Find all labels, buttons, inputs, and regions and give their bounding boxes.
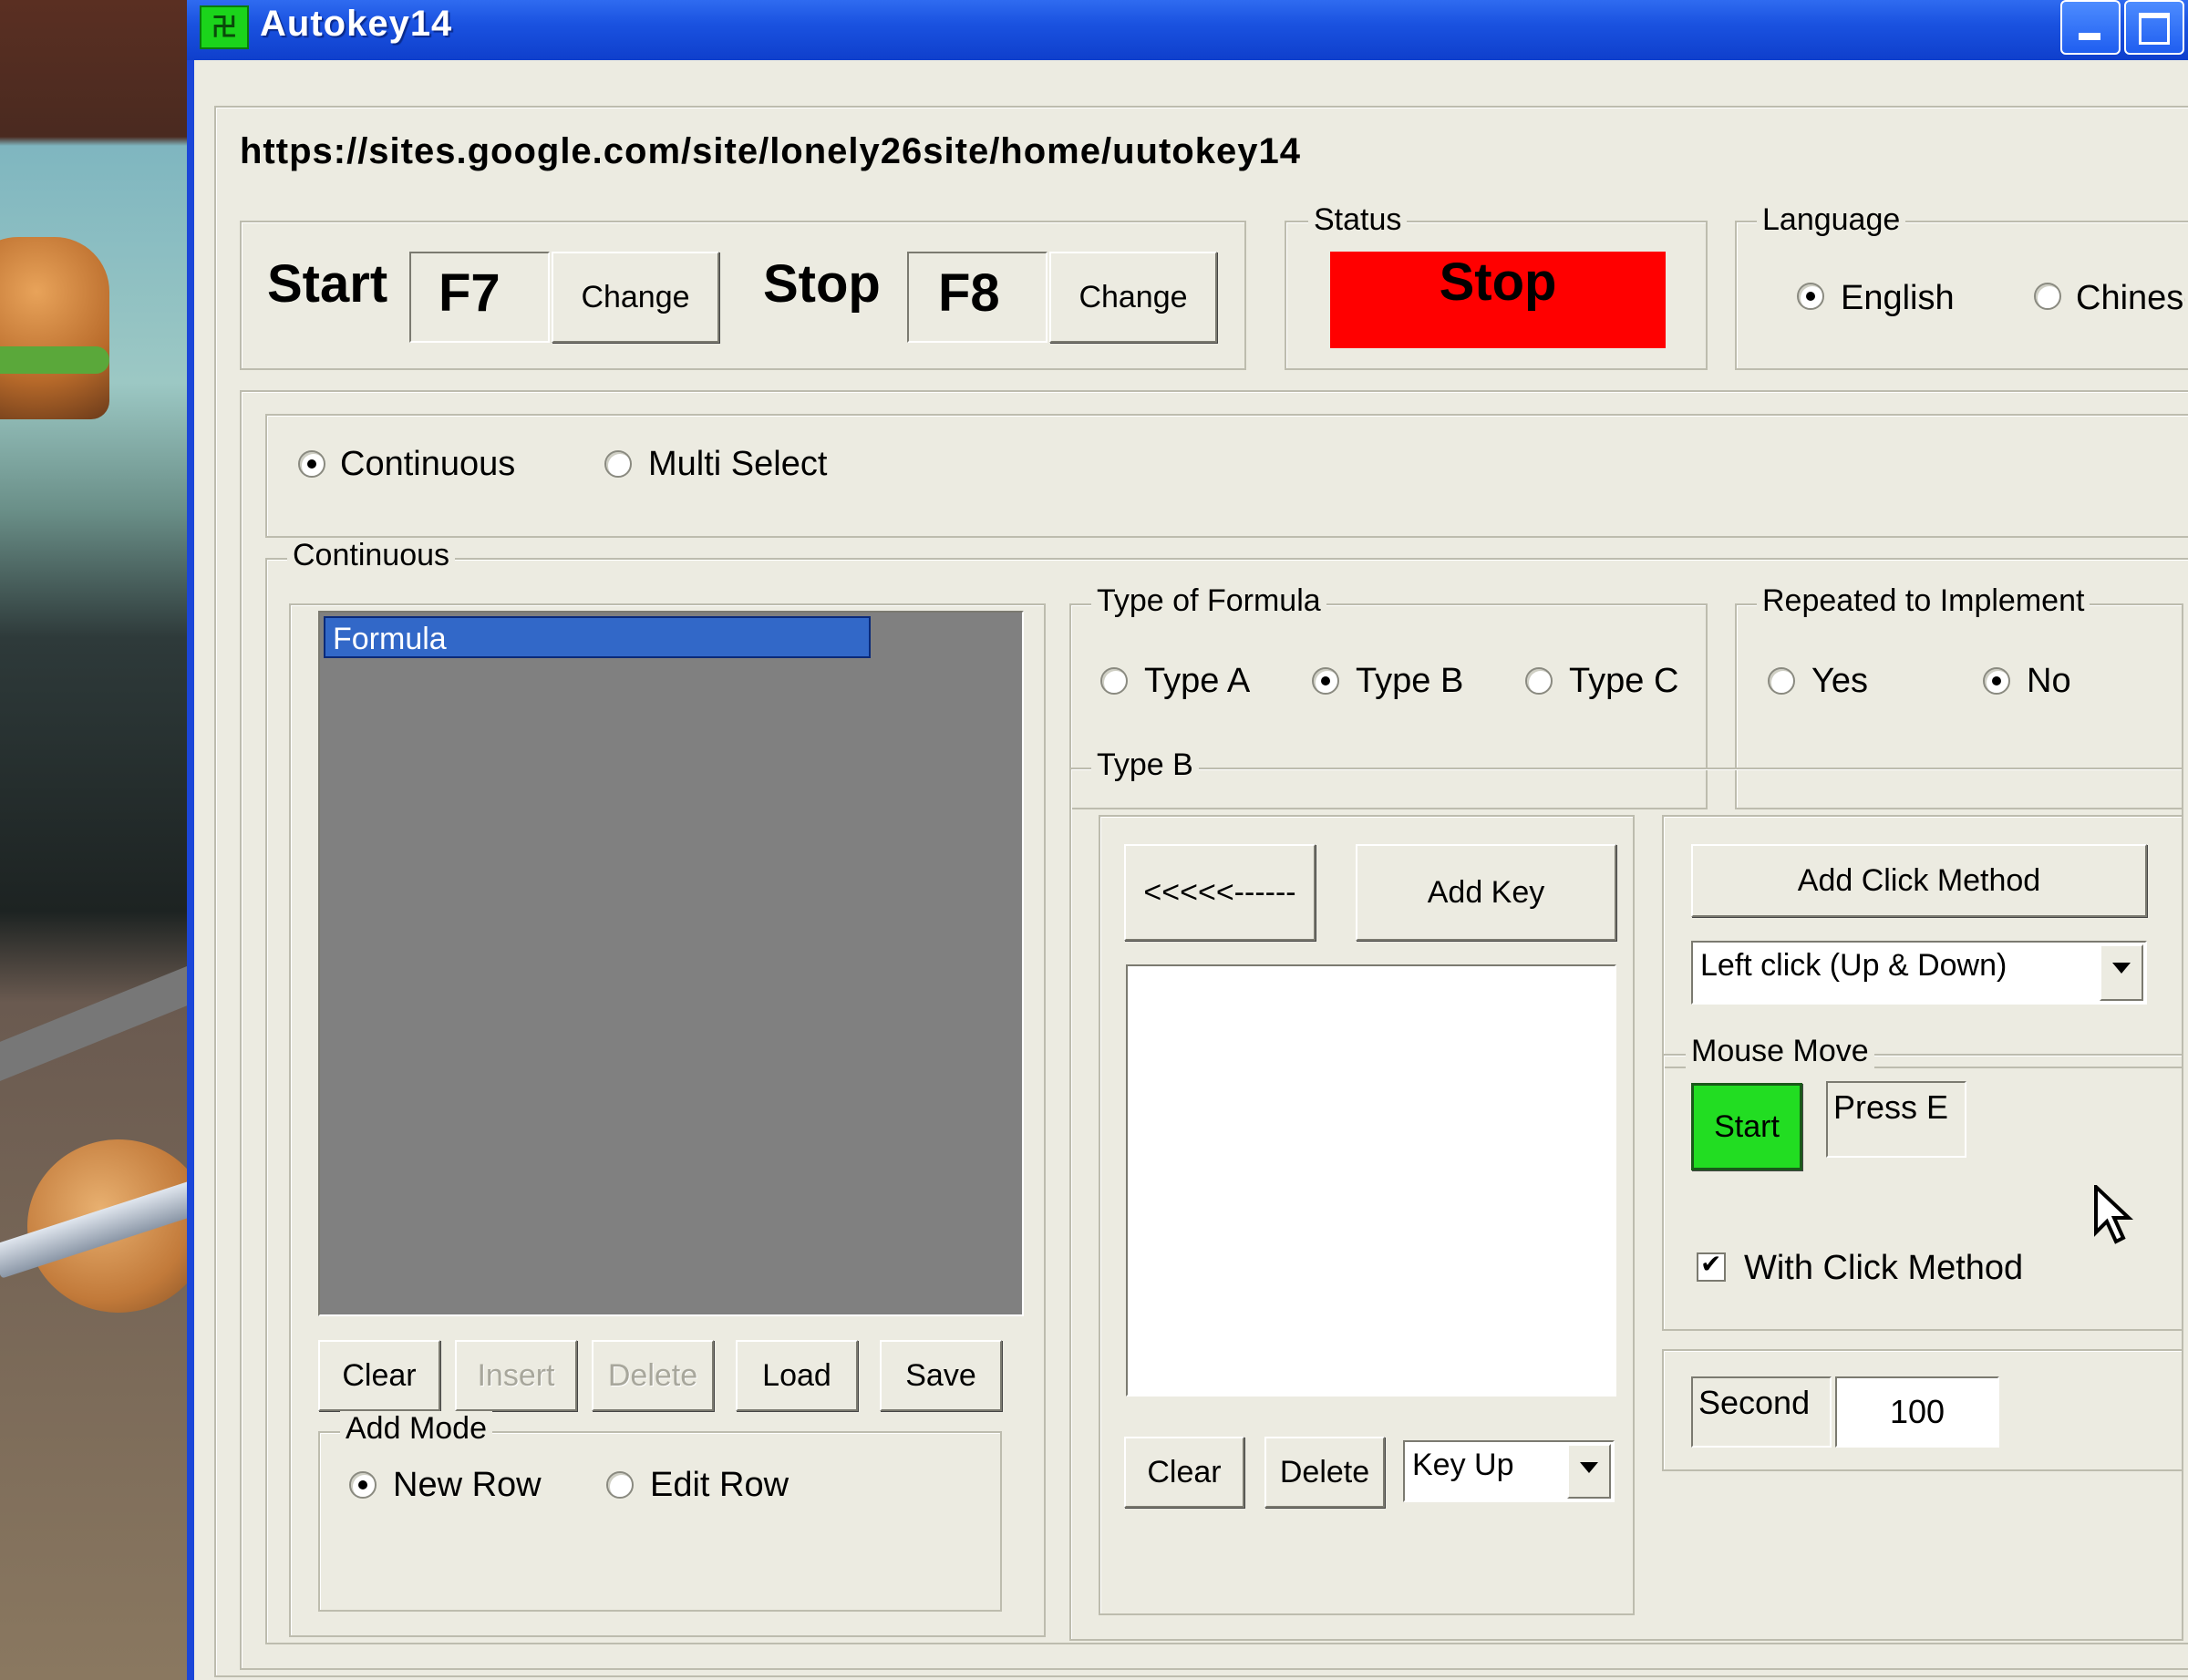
with-click-method-checkbox[interactable]: [1697, 1249, 1726, 1282]
add-click-method-button[interactable]: Add Click Method: [1691, 844, 2147, 917]
add-mode-group: [318, 1431, 1002, 1612]
key-event-value: Key Up: [1412, 1448, 1514, 1482]
mode-selector-group: [265, 414, 2188, 538]
title-bar[interactable]: 卍 Autokey14: [187, 0, 2188, 60]
mouse-cursor-icon: [2094, 1185, 2134, 1244]
repeated-no-radio[interactable]: [1983, 667, 2010, 695]
add-mode-edit-row-label[interactable]: Edit Row: [650, 1466, 789, 1505]
client-area: https://sites.google.com/site/lonely26si…: [194, 60, 2188, 1680]
add-key-button[interactable]: Add Key: [1356, 844, 1616, 941]
status-indicator: Stop: [1330, 252, 1666, 348]
app-icon[interactable]: 卍: [200, 5, 249, 49]
start-hotkey-box: F7: [409, 252, 550, 343]
minimize-button[interactable]: [2060, 0, 2121, 55]
language-legend: Language: [1757, 202, 1906, 238]
click-method-select[interactable]: Left click (Up & Down): [1691, 941, 2147, 1005]
window-title: Autokey14: [260, 4, 453, 44]
second-label-box: Second: [1691, 1376, 1832, 1448]
type-of-formula-legend: Type of Formula: [1091, 583, 1326, 619]
burger-image: [0, 237, 109, 419]
repeated-legend: Repeated to Implement: [1757, 583, 2090, 619]
type-b-legend: Type B: [1091, 747, 1199, 783]
mode-continuous-radio[interactable]: [298, 450, 325, 478]
formula-load-button[interactable]: Load: [736, 1340, 858, 1411]
with-click-method-label[interactable]: With Click Method: [1744, 1249, 2023, 1288]
cutting-board-image: [0, 959, 187, 1083]
type-c-radio[interactable]: [1525, 667, 1553, 695]
status-legend: Status: [1308, 202, 1408, 238]
key-delete-button[interactable]: Delete: [1264, 1437, 1385, 1508]
type-b-label[interactable]: Type B: [1356, 662, 1463, 701]
language-chinese-radio[interactable]: [2034, 283, 2061, 310]
type-a-label[interactable]: Type A: [1144, 662, 1250, 701]
type-b-radio[interactable]: [1312, 667, 1339, 695]
type-a-radio[interactable]: [1100, 667, 1128, 695]
language-english-radio[interactable]: [1797, 283, 1824, 310]
mouse-move-hint: Press E: [1833, 1088, 1949, 1126]
key-clear-button[interactable]: Clear: [1124, 1437, 1244, 1508]
add-mode-new-row-radio[interactable]: [349, 1471, 377, 1499]
stop-hotkey-value: F8: [938, 263, 1000, 323]
language-chinese-label[interactable]: Chinese: [2076, 279, 2185, 318]
mouse-move-start-button[interactable]: Start: [1691, 1083, 1802, 1170]
start-hotkey-value: F7: [439, 263, 501, 323]
stop-hotkey-box: F8: [907, 252, 1048, 343]
mode-continuous-label[interactable]: Continuous: [340, 445, 515, 484]
start-hotkey-label: Start: [267, 254, 388, 314]
add-mode-legend: Add Mode: [340, 1411, 492, 1447]
back-arrow-button[interactable]: <<<<<------: [1124, 844, 1316, 941]
background-game-art: [0, 0, 187, 1680]
add-mode-new-row-label[interactable]: New Row: [393, 1466, 542, 1505]
change-stop-hotkey-button[interactable]: Change: [1049, 252, 1217, 343]
formula-list[interactable]: Formula: [318, 611, 1024, 1316]
chevron-down-icon[interactable]: [1567, 1444, 1611, 1499]
maximize-button[interactable]: [2124, 0, 2184, 55]
formula-delete-button[interactable]: Delete: [592, 1340, 714, 1411]
autokey-window: 卍 Autokey14 https://sites.google.com/sit…: [187, 0, 2188, 1680]
mouse-move-legend: Mouse Move: [1686, 1034, 1874, 1069]
stop-hotkey-label: Stop: [763, 254, 881, 314]
lettuce-image: [0, 346, 109, 374]
click-method-value: Left click (Up & Down): [1700, 948, 2007, 983]
homepage-url[interactable]: https://sites.google.com/site/lonely26si…: [240, 131, 1301, 172]
chevron-down-icon[interactable]: [2100, 944, 2143, 1001]
change-start-hotkey-button[interactable]: Change: [552, 252, 719, 343]
formula-insert-button[interactable]: Insert: [455, 1340, 577, 1411]
formula-save-button[interactable]: Save: [880, 1340, 1002, 1411]
key-list[interactable]: [1126, 964, 1616, 1397]
continuous-legend: Continuous: [287, 538, 456, 573]
repeated-yes-label[interactable]: Yes: [1811, 662, 1868, 701]
mode-multi-select-radio[interactable]: [604, 450, 632, 478]
mode-multi-select-label[interactable]: Multi Select: [648, 445, 827, 484]
mouse-move-hint-box: Press E: [1826, 1081, 1966, 1158]
repeated-no-label[interactable]: No: [2027, 662, 2071, 701]
second-label: Second: [1698, 1384, 1811, 1421]
type-c-label[interactable]: Type C: [1569, 662, 1678, 701]
add-mode-edit-row-radio[interactable]: [606, 1471, 634, 1499]
key-event-select[interactable]: Key Up: [1403, 1440, 1615, 1502]
formula-list-item[interactable]: Formula: [324, 616, 871, 658]
second-input[interactable]: 100: [1835, 1376, 1999, 1448]
repeated-yes-radio[interactable]: [1768, 667, 1795, 695]
language-english-label[interactable]: English: [1841, 279, 1955, 318]
formula-clear-button[interactable]: Clear: [318, 1340, 440, 1411]
